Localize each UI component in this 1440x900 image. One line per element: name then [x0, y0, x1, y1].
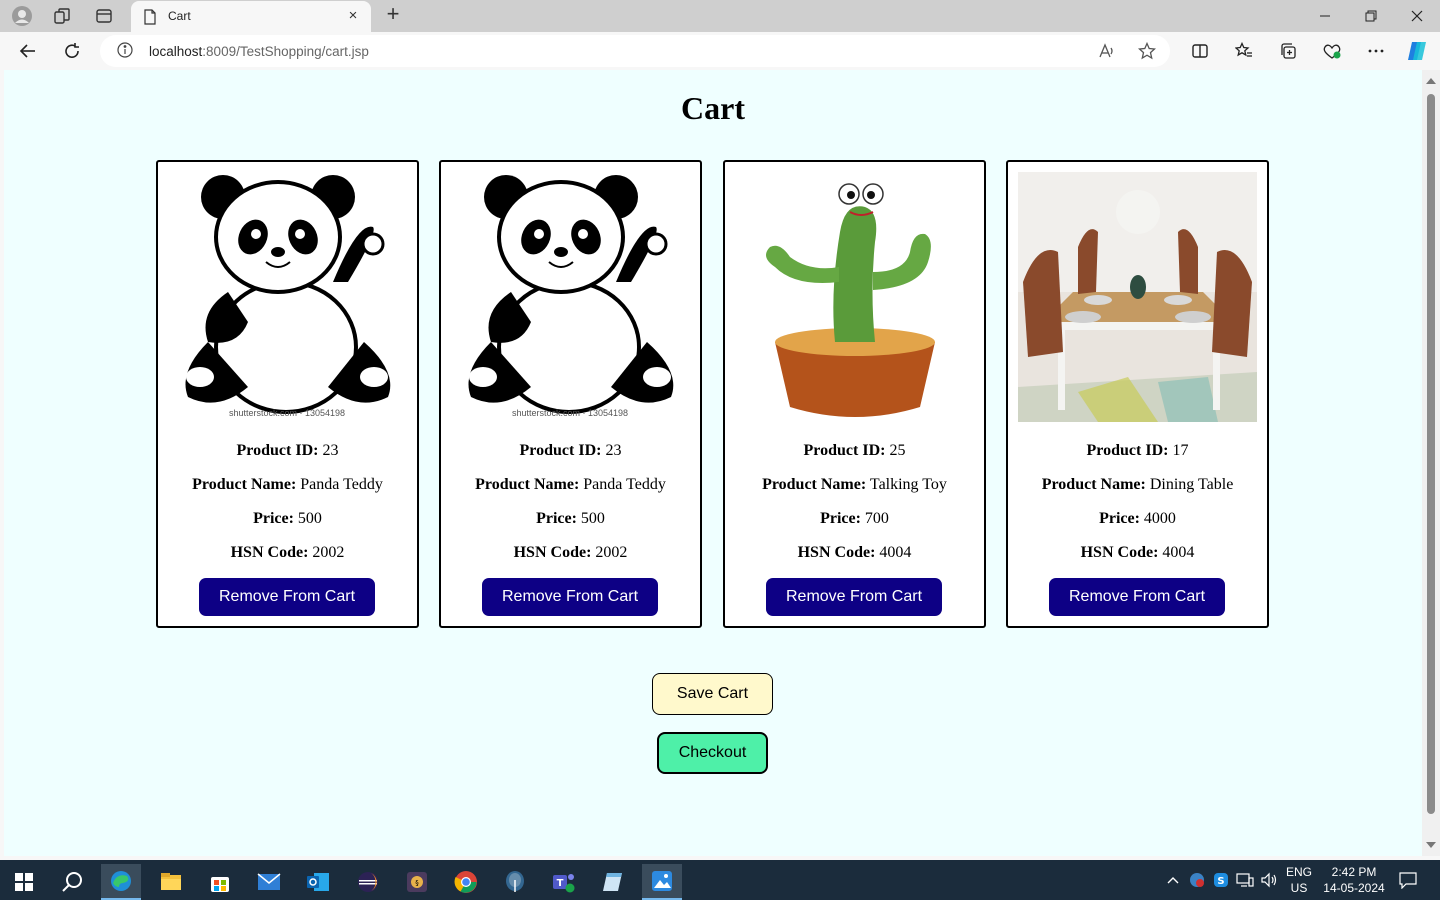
notepad-icon[interactable]	[593, 864, 633, 900]
close-window-icon[interactable]	[1394, 0, 1440, 32]
page-title: Cart	[681, 90, 745, 126]
svg-text:shutterstock.com · 13054198: shutterstock.com · 13054198	[512, 408, 628, 418]
remove-from-cart-button[interactable]: Remove From Cart	[766, 578, 942, 616]
tab-title: Cart	[168, 9, 191, 23]
edge-browser-icon[interactable]	[101, 864, 141, 900]
svg-text:§: §	[415, 879, 419, 887]
product-card: shutterstock.com · 13054198 Product ID: …	[156, 160, 419, 628]
back-arrow-icon[interactable]	[16, 39, 40, 63]
vertical-scrollbar[interactable]	[1422, 70, 1440, 856]
page-icon	[143, 9, 157, 30]
save-cart-button[interactable]: Save Cart	[652, 673, 773, 715]
language-indicator[interactable]: ENG US	[1285, 865, 1313, 895]
hsn-code-row: HSN Code: 2002	[230, 544, 345, 561]
remove-from-cart-button[interactable]: Remove From Cart	[199, 578, 375, 616]
scroll-up-arrow-icon[interactable]	[1426, 78, 1436, 84]
new-tab-button[interactable]: +	[382, 3, 404, 26]
hsn-code-row: HSN Code: 4004	[797, 544, 912, 561]
photos-icon[interactable]	[642, 864, 682, 900]
svg-text:shutterstock.com · 13054198: shutterstock.com · 13054198	[229, 408, 345, 418]
address-bar[interactable]: localhost:8009/TestShopping/cart.jsp	[100, 35, 1170, 67]
split-screen-icon[interactable]	[1188, 39, 1212, 63]
price-row: Price: 4000	[1099, 510, 1176, 527]
microsoft-store-icon[interactable]	[200, 864, 240, 900]
tab-close-icon[interactable]: ×	[343, 6, 363, 26]
active-tab[interactable]: Cart ×	[131, 1, 371, 32]
product-id-row: Product ID: 25	[803, 442, 906, 459]
read-aloud-icon[interactable]	[1096, 40, 1118, 62]
product-id-row: Product ID: 23	[519, 442, 622, 459]
product-card: Product ID: 17 Product Name: Dining Tabl…	[1006, 160, 1269, 628]
file-explorer-icon[interactable]	[151, 864, 191, 900]
remove-from-cart-button[interactable]: Remove From Cart	[1049, 578, 1225, 616]
tomcat-app-icon[interactable]: §	[397, 864, 437, 900]
windows-taskbar: § T S ENG US 2:42 PM 14-05-2024	[0, 860, 1440, 900]
url-text[interactable]: localhost:8009/TestShopping/cart.jsp	[149, 44, 369, 59]
cactus-toy-image	[735, 172, 974, 422]
remove-from-cart-button[interactable]: Remove From Cart	[482, 578, 658, 616]
product-name-row: Product Name: Panda Teddy	[475, 476, 666, 493]
network-icon[interactable]	[1235, 870, 1255, 890]
postgresql-icon[interactable]	[495, 864, 535, 900]
product-card: shutterstock.com · 13054198 Product ID: …	[439, 160, 702, 628]
scroll-down-arrow-icon[interactable]	[1426, 842, 1436, 848]
browser-essentials-icon[interactable]	[1320, 39, 1344, 63]
product-name-row: Product Name: Talking Toy	[762, 476, 947, 493]
show-hidden-icons-chevron-icon[interactable]	[1164, 870, 1182, 890]
svg-text:T: T	[557, 878, 564, 889]
chrome-icon[interactable]	[446, 864, 486, 900]
product-id-row: Product ID: 17	[1086, 442, 1189, 459]
product-id-row: Product ID: 23	[236, 442, 339, 459]
teams-icon[interactable]: T	[544, 864, 584, 900]
page-viewport: Cart shutterstock.com · 13054198 Product…	[4, 70, 1422, 856]
eclipse-ide-icon[interactable]	[348, 864, 388, 900]
volume-icon[interactable]	[1259, 870, 1279, 890]
copilot-icon[interactable]	[1405, 39, 1429, 63]
hsn-code-row: HSN Code: 4004	[1080, 544, 1195, 561]
product-name-row: Product Name: Panda Teddy	[192, 476, 383, 493]
price-row: Price: 500	[253, 510, 322, 527]
price-row: Price: 700	[820, 510, 889, 527]
checkout-button[interactable]: Checkout	[657, 732, 768, 774]
panda-teddy-image: shutterstock.com · 13054198	[168, 172, 407, 422]
browser-toolbar: localhost:8009/TestShopping/cart.jsp	[0, 32, 1440, 70]
profile-icon[interactable]	[11, 5, 33, 27]
hsn-code-row: HSN Code: 2002	[513, 544, 628, 561]
settings-more-icon[interactable]	[1364, 39, 1388, 63]
notifications-icon[interactable]	[1396, 870, 1420, 890]
svg-text:S: S	[1217, 876, 1224, 887]
restore-icon[interactable]	[1348, 0, 1394, 32]
skype-icon[interactable]: S	[1211, 870, 1231, 890]
windows-start-icon[interactable]	[4, 864, 44, 900]
mail-icon[interactable]	[249, 864, 289, 900]
search-icon[interactable]	[52, 864, 92, 900]
collections-icon[interactable]	[1276, 39, 1300, 63]
refresh-icon[interactable]	[60, 39, 84, 63]
dining-table-image	[1018, 172, 1257, 422]
price-row: Price: 500	[536, 510, 605, 527]
product-card: Product ID: 25 Product Name: Talking Toy…	[723, 160, 986, 628]
workspaces-icon[interactable]	[51, 5, 73, 27]
site-info-icon[interactable]	[116, 41, 136, 61]
favorite-star-icon[interactable]	[1136, 40, 1158, 62]
minimize-icon[interactable]	[1302, 0, 1348, 32]
clock[interactable]: 2:42 PM 14-05-2024	[1318, 865, 1390, 895]
vertical-tabs-icon[interactable]	[93, 5, 115, 27]
vpn-globe-icon[interactable]	[1187, 870, 1207, 890]
outlook-icon[interactable]	[298, 864, 338, 900]
product-name-row: Product Name: Dining Table	[1041, 476, 1234, 493]
scroll-thumb[interactable]	[1427, 94, 1435, 814]
favorites-icon[interactable]	[1232, 39, 1256, 63]
panda-teddy-image: shutterstock.com · 13054198	[451, 172, 690, 422]
tab-bar: Cart × +	[0, 0, 1440, 32]
